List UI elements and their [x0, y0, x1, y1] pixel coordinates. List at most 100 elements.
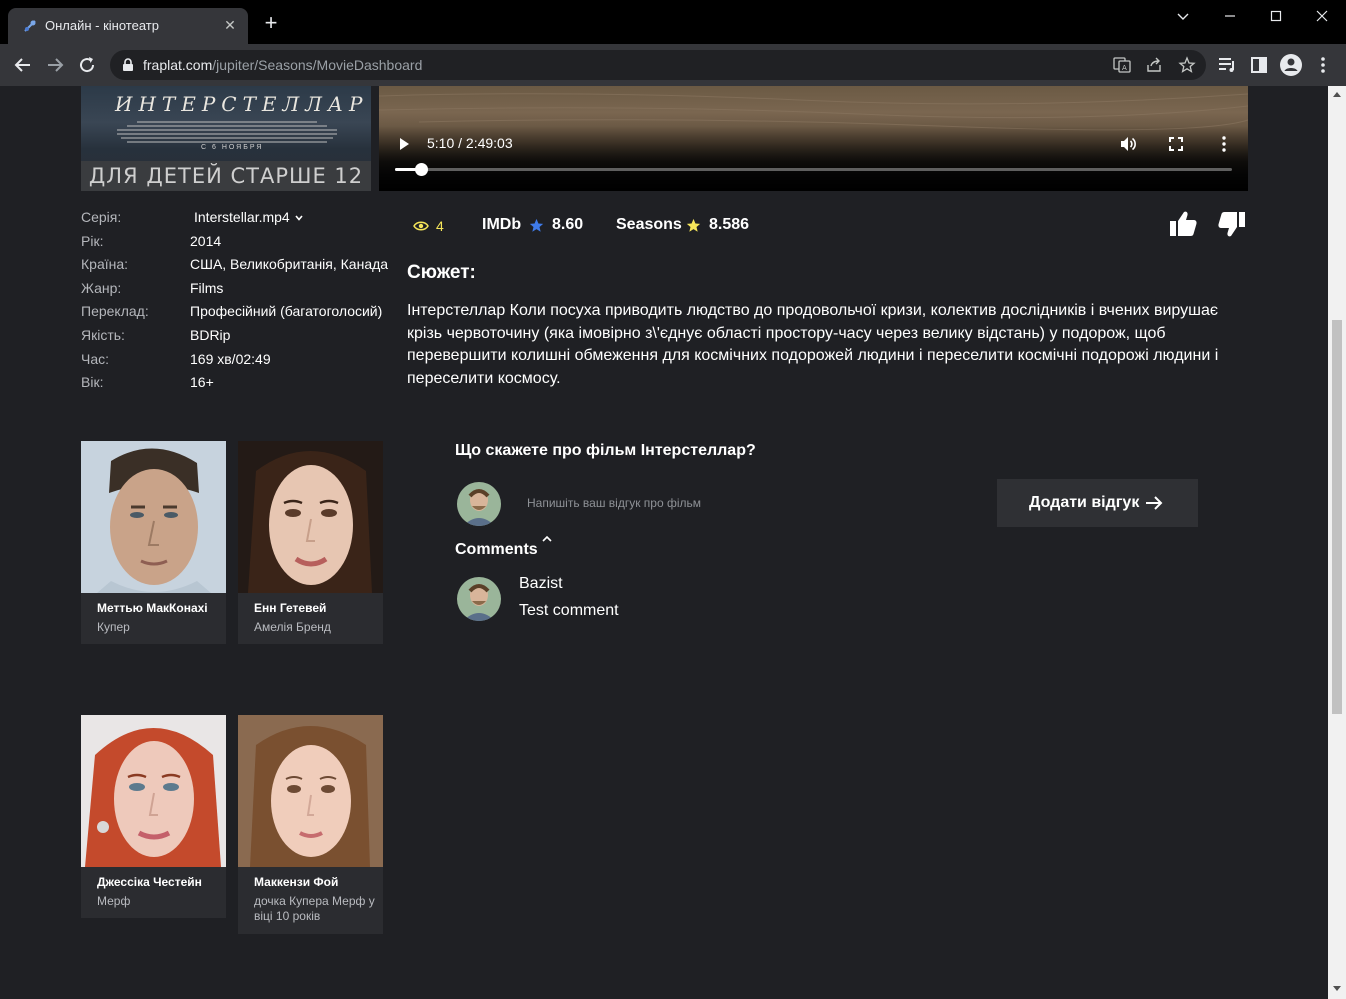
actor-photo [238, 715, 383, 867]
arrow-right-icon [1146, 496, 1163, 510]
star-icon [529, 218, 544, 232]
volume-icon[interactable] [1118, 134, 1138, 154]
scroll-thumb[interactable] [1332, 320, 1342, 714]
detail-label: Серія: [81, 209, 122, 225]
detail-row-age: Вік: 16+ [81, 374, 391, 398]
progress-knob[interactable] [414, 163, 428, 176]
detail-label: Жанр: [81, 279, 122, 296]
seasons-rating: 8.586 [709, 216, 750, 233]
poster-title: ИНТЕРСТЕЛЛАР [115, 92, 369, 116]
chevron-up-icon[interactable] [541, 534, 553, 544]
detail-label: Якість: [81, 326, 125, 343]
user-avatar-image [457, 482, 501, 526]
browser-toolbar: fraplat.com/jupiter/Seasons/MovieDashboa… [0, 44, 1346, 86]
bookmark-star-icon[interactable] [1178, 56, 1196, 74]
thumbs-up-icon[interactable] [1168, 209, 1198, 239]
url-text[interactable]: fraplat.com/jupiter/Seasons/MovieDashboa… [143, 57, 422, 73]
lock-icon[interactable] [122, 58, 134, 72]
detail-row-genre: Жанр: Films [81, 280, 391, 304]
detail-value: 169 хв/02:49 [190, 350, 271, 367]
more-vert-icon[interactable] [1214, 134, 1234, 154]
detail-label: Час: [81, 350, 110, 367]
side-panel-icon[interactable] [1247, 53, 1271, 77]
browser-menu-icon[interactable] [1311, 53, 1335, 77]
svg-text:A: A [1122, 64, 1127, 72]
chevron-down-icon [295, 215, 303, 222]
detail-row-country: Країна: США, Великобританія, Канада [81, 256, 391, 280]
actor-name: Енн Гетевей [254, 601, 327, 615]
address-bar[interactable]: fraplat.com/jupiter/Seasons/MovieDashboa… [110, 50, 1206, 80]
browser-tab[interactable]: Онлайн - кінотеатр ✕ [8, 8, 248, 44]
review-input[interactable] [515, 490, 955, 516]
detail-value: 2014 [190, 232, 222, 249]
actor-photo [81, 441, 226, 593]
actor-name: Маккензи Фой [254, 875, 339, 889]
tab-title: Онлайн - кінотеатр [45, 18, 159, 33]
detail-row-quality: Якість: BDRip [81, 327, 391, 351]
detail-value: Професійний (багатоголосий) [190, 303, 383, 320]
comment-author-avatar-image [457, 577, 501, 621]
actor-photo [81, 715, 226, 867]
series-select-value: Interstellar.mp4 [194, 209, 290, 225]
detail-label: Країна: [81, 256, 129, 273]
actor-photo [238, 441, 383, 593]
maximize-button[interactable] [1253, 0, 1299, 32]
scroll-up-arrow-icon[interactable] [1333, 92, 1341, 97]
comment-author: Bazist [519, 575, 563, 592]
cast-card[interactable]: Джессіка Честейн Мерф [81, 715, 226, 918]
plot-text: Інтерстеллар Коли посуха приводить людст… [407, 302, 1219, 387]
reload-icon[interactable] [75, 53, 99, 77]
detail-row-duration: Час: 169 хв/02:49 [81, 351, 391, 375]
detail-value: США, Великобританія, Канада [190, 256, 389, 273]
actor-role: Мерф [97, 894, 131, 908]
close-window-button[interactable] [1299, 0, 1345, 32]
add-review-button[interactable]: Додати відгук [997, 479, 1198, 527]
actor-name: Меттью МакКонахі [97, 601, 208, 615]
detail-row-translation: Переклад: Професійний (багатоголосий) [81, 303, 391, 327]
playback-time: 5:10 / 2:49:03 [427, 135, 513, 151]
translate-icon[interactable]: A [1113, 56, 1131, 74]
tab-search-icon[interactable] [1160, 0, 1206, 32]
comment-text: Test comment [519, 602, 619, 619]
poster-age-banner: ДЛЯ ДЕТЕЙ СТАРШЕ 12 ЛЕТ [81, 161, 371, 191]
cast-card[interactable]: Маккензи Фой дочка Купера Мерф у віці 10… [238, 715, 383, 934]
cast-card[interactable]: Енн Гетевей Амелія Бренд [238, 441, 383, 644]
page-viewport: ИНТЕРСТЕЛЛАР С 6 НОЯБРЯ ДЛЯ ДЕТЕЙ СТАРШЕ… [0, 86, 1328, 999]
actor-role: Купер [97, 620, 130, 634]
profile-icon[interactable] [1279, 53, 1303, 77]
movie-poster: ИНТЕРСТЕЛЛАР С 6 НОЯБРЯ ДЛЯ ДЕТЕЙ СТАРШЕ… [81, 86, 371, 191]
media-control-icon[interactable] [1215, 53, 1239, 77]
detail-label: Вік: [81, 374, 104, 391]
play-icon[interactable] [397, 137, 411, 151]
detail-value: Films [190, 279, 224, 296]
avatar [457, 577, 501, 621]
seasons-label: Seasons [616, 216, 682, 233]
detail-value: 16+ [190, 374, 214, 391]
tab-strip: Онлайн - кінотеатр ✕ + [0, 0, 1346, 44]
new-tab-button[interactable]: + [260, 12, 282, 34]
plot-heading: Сюжет: [407, 262, 476, 283]
back-icon[interactable] [11, 53, 35, 77]
forward-icon[interactable] [43, 53, 67, 77]
cast-card[interactable]: Меттью МакКонахі Купер [81, 441, 226, 644]
series-select[interactable]: Interstellar.mp4 [194, 209, 304, 225]
thumbs-down-icon[interactable] [1217, 209, 1247, 239]
scroll-down-arrow-icon[interactable] [1333, 986, 1341, 991]
minimize-button[interactable] [1207, 0, 1253, 32]
detail-label: Рік: [81, 232, 104, 249]
detail-row-year: Рік: 2014 [81, 233, 391, 257]
star-icon [686, 218, 701, 232]
detail-label: Переклад: [81, 303, 149, 320]
favicon-icon [24, 20, 36, 32]
actor-role: дочка Купера Мерф у віці 10 років [254, 894, 375, 923]
detail-value: BDRip [190, 326, 231, 343]
page-scrollbar[interactable] [1328, 86, 1346, 999]
movie-details: Серія: Interstellar.mp4 Рік: 2014 Країна… [81, 209, 391, 398]
share-icon[interactable] [1145, 56, 1163, 74]
video-player[interactable]: 5:10 / 2:49:03 [379, 86, 1248, 191]
progress-bar[interactable] [395, 163, 1232, 176]
tab-close-icon[interactable]: ✕ [222, 17, 238, 33]
imdb-rating: 8.60 [552, 216, 584, 233]
comments-heading: Comments [455, 541, 538, 558]
fullscreen-icon[interactable] [1166, 134, 1186, 154]
